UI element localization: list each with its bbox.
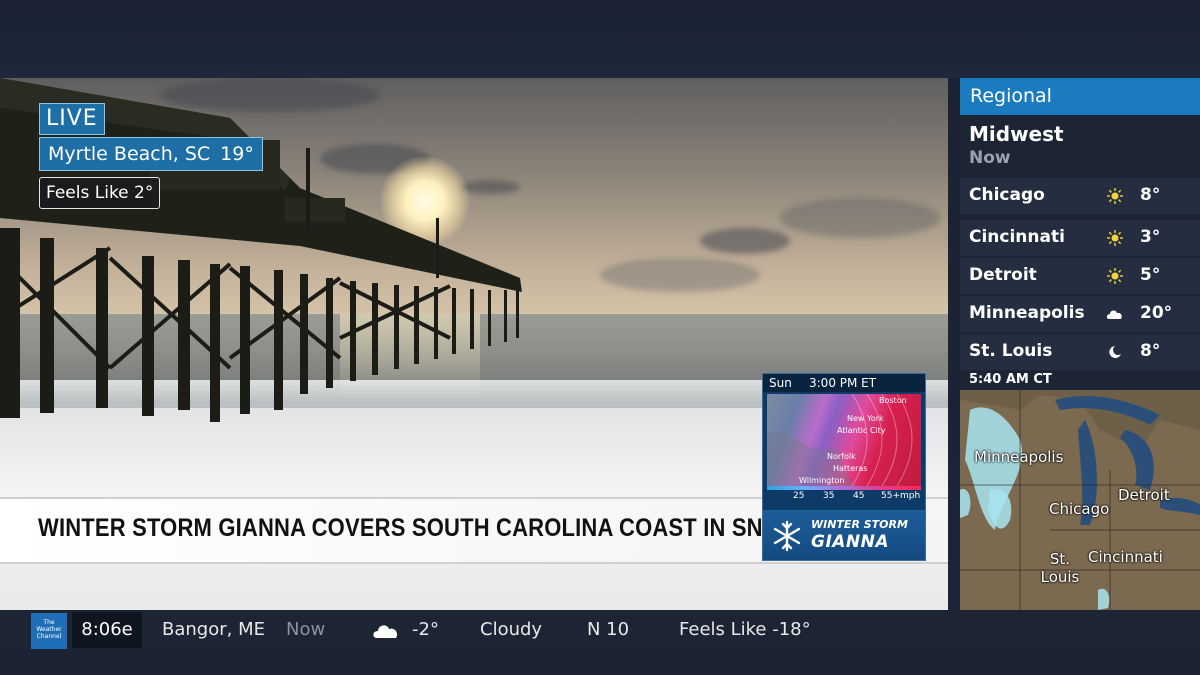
radar-label-detroit: Detroit xyxy=(1118,486,1170,504)
scale-35: 35 xyxy=(823,491,835,501)
logo-line2: Weather xyxy=(36,626,62,633)
map-label-norfolk: Norfolk xyxy=(827,452,856,461)
feels-like-badge: Feels Like 2° xyxy=(39,177,161,209)
live-location: Myrtle Beach, SC xyxy=(48,143,211,165)
city-name: Minneapolis xyxy=(969,303,1085,323)
city-temp: 8° xyxy=(1140,341,1161,361)
radar-time: 5:40 AM CT xyxy=(969,372,1052,387)
ticker-temp: -2° xyxy=(412,619,439,640)
region-name: Midwest xyxy=(969,122,1064,146)
storm-wind-card: Sun 3:00 PM ET Boston New York Atlantic … xyxy=(762,373,926,561)
storm-name-banner: WINTER STORM GIANNA xyxy=(763,510,925,560)
sun-icon xyxy=(1107,230,1123,246)
live-temp: 19° xyxy=(220,143,254,165)
map-label-hatteras: Hatteras xyxy=(833,464,868,473)
storm-title-line1: WINTER STORM xyxy=(811,518,908,531)
radar-label-chicago: Chicago xyxy=(1049,500,1110,518)
card-time: 3:00 PM ET xyxy=(809,376,877,390)
radar-label-cincinnati: Cincinnati xyxy=(1088,548,1163,566)
map-label-new-york: New York xyxy=(847,414,884,423)
wind-scale-bar xyxy=(767,486,921,490)
cloud-icon xyxy=(1106,310,1122,319)
map-label-boston: Boston xyxy=(879,396,907,405)
map-label-atlantic-city: Atlantic City xyxy=(837,426,886,435)
weather-channel-logo: The Weather Channel xyxy=(31,613,67,649)
scale-55: 55+mph xyxy=(881,491,921,501)
radar-label-minneapolis: Minneapolis xyxy=(974,448,1064,466)
sun-icon xyxy=(1107,188,1123,204)
top-bar xyxy=(0,0,1200,78)
regional-panel: Regional Midwest Now Chicago 8° Cincinna… xyxy=(960,78,1200,610)
city-row-minneapolis: Minneapolis 20° xyxy=(960,296,1200,332)
city-name: Chicago xyxy=(969,185,1045,205)
city-row-detroit: Detroit 5° xyxy=(960,258,1200,294)
radar-label-st-louis: St. Louis xyxy=(1040,550,1080,586)
ticker-wind: N 10 xyxy=(587,619,630,640)
wind-gust-map: Boston New York Atlantic City Norfolk Ha… xyxy=(767,394,921,486)
storm-title-line2: GIANNA xyxy=(811,532,890,552)
city-row-cincinnati: Cincinnati 3° xyxy=(960,220,1200,256)
city-row-st-louis: St. Louis 8° xyxy=(960,334,1200,370)
map-label-wilmington: Wilmington xyxy=(799,476,845,485)
region-now: Now xyxy=(969,148,1011,168)
scale-45: 45 xyxy=(853,491,865,501)
city-temp: 8° xyxy=(1140,185,1161,205)
radar-map: Minneapolis Chicago Detroit St. Louis Ci… xyxy=(960,390,1200,610)
card-time-bar: Sun 3:00 PM ET xyxy=(763,374,925,392)
bottom-strip xyxy=(0,650,1200,675)
city-name: Detroit xyxy=(969,265,1037,285)
headline-text: WINTER STORM GIANNA COVERS SOUTH CAROLIN… xyxy=(38,514,801,542)
ticker-city: Bangor, ME xyxy=(162,619,265,640)
city-row-chicago: Chicago 8° xyxy=(960,178,1200,214)
wind-scale-labels: 25 35 45 55+mph xyxy=(767,491,921,505)
live-badge: LIVE xyxy=(39,103,105,135)
moon-icon xyxy=(1109,346,1121,358)
scale-25: 25 xyxy=(793,491,805,501)
ticker-condition: Cloudy xyxy=(480,619,543,640)
city-temp: 20° xyxy=(1140,303,1173,323)
logo-line1: The xyxy=(43,619,55,626)
cloud-icon xyxy=(373,625,398,638)
sun-icon xyxy=(1107,268,1123,284)
local-time: 8:06e xyxy=(72,612,142,648)
card-day: Sun xyxy=(769,376,792,390)
regional-header: Regional xyxy=(960,78,1200,115)
ticker-now: Now xyxy=(286,619,326,640)
location-temp-badge: Myrtle Beach, SC 19° xyxy=(39,137,263,171)
city-name: Cincinnati xyxy=(969,227,1065,247)
city-name: St. Louis xyxy=(969,341,1053,361)
city-temp: 3° xyxy=(1140,227,1161,247)
logo-line3: Channel xyxy=(36,633,62,640)
ticker-feels-like: Feels Like -18° xyxy=(679,619,811,640)
city-temp: 5° xyxy=(1140,265,1161,285)
snowflake-icon xyxy=(773,520,801,552)
